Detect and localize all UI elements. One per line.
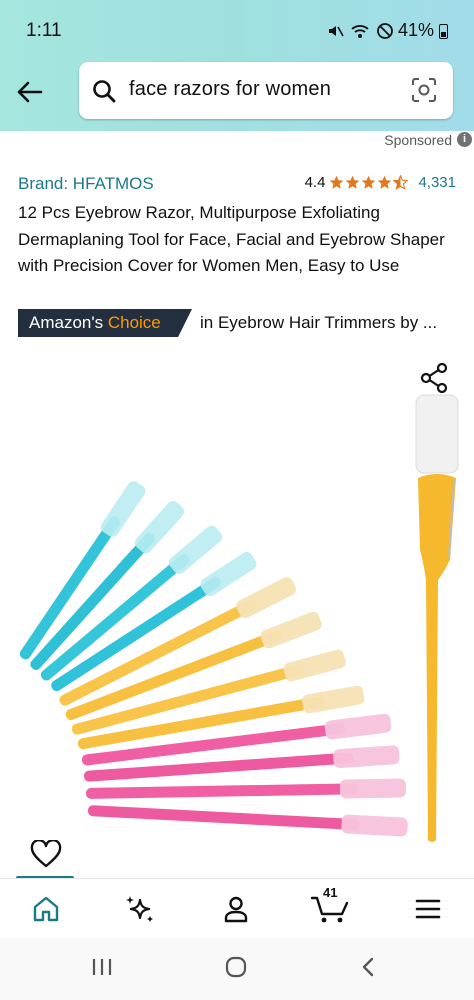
search-input[interactable]: face razors for women	[79, 62, 453, 119]
share-icon	[420, 362, 448, 394]
home-system-button[interactable]	[224, 956, 248, 983]
person-icon	[224, 896, 248, 923]
home-circle-icon	[225, 956, 247, 978]
battery-icon	[439, 24, 448, 39]
status-icons	[326, 22, 394, 40]
battery-percent: 41%	[397, 20, 434, 40]
bottom-nav: 41	[0, 878, 474, 938]
nav-home[interactable]	[22, 891, 70, 927]
search-query: face razors for women	[129, 78, 332, 100]
half-star-icon	[393, 175, 409, 190]
nav-menu[interactable]	[404, 891, 452, 927]
sparkle-icon	[126, 896, 153, 922]
star-icon	[330, 175, 344, 189]
arrow-left-icon	[17, 81, 43, 103]
product-title[interactable]: 12 Pcs Eyebrow Razor, Multipurpose Exfol…	[18, 200, 458, 280]
cart-count: 41	[323, 885, 338, 900]
back-button[interactable]	[14, 78, 46, 106]
status-bar: 1:11 41%	[0, 0, 474, 60]
info-icon[interactable]: i	[457, 132, 472, 147]
share-button[interactable]	[420, 362, 448, 398]
status-time: 1:11	[26, 20, 62, 41]
home-icon	[33, 896, 59, 922]
nav-account[interactable]	[212, 891, 260, 927]
brand-link[interactable]: Brand: HFATMOS	[18, 174, 154, 194]
star-rating	[329, 175, 409, 190]
single-yellow-razor	[415, 394, 459, 842]
search-icon	[93, 80, 116, 103]
camera-lens-icon[interactable]	[411, 77, 437, 103]
amazons-choice-badge: Amazon's Choice	[18, 309, 192, 337]
star-icon	[346, 175, 360, 189]
sponsored-label: Sponsored	[384, 132, 452, 148]
nav-cart[interactable]: 41	[306, 885, 354, 927]
system-back-button[interactable]	[358, 956, 378, 983]
product-image[interactable]	[0, 350, 474, 870]
wifi-icon	[351, 25, 369, 38]
star-icon	[362, 175, 376, 189]
nav-ai-assistant[interactable]	[116, 891, 164, 927]
badge-prefix: Amazon's	[29, 313, 108, 332]
mute-icon	[329, 26, 344, 37]
chevron-left-icon	[362, 957, 374, 977]
rating-value: 4.4	[304, 174, 326, 191]
heart-icon	[30, 838, 62, 868]
recent-apps-button[interactable]	[90, 956, 114, 983]
badge-highlight: Choice	[107, 313, 161, 332]
recent-apps-icon	[92, 959, 112, 975]
wishlist-button[interactable]	[30, 838, 62, 873]
star-icon	[378, 175, 392, 189]
badge-label: Amazon's Choice	[29, 313, 161, 333]
do-not-disturb-icon	[377, 23, 393, 39]
system-nav-bar	[0, 938, 474, 1000]
review-count: 4,331	[418, 174, 456, 191]
choice-category: in Eyebrow Hair Trimmers by ...	[200, 313, 438, 332]
rating[interactable]: 4.4 4,331	[305, 174, 456, 191]
hamburger-icon	[415, 899, 441, 919]
